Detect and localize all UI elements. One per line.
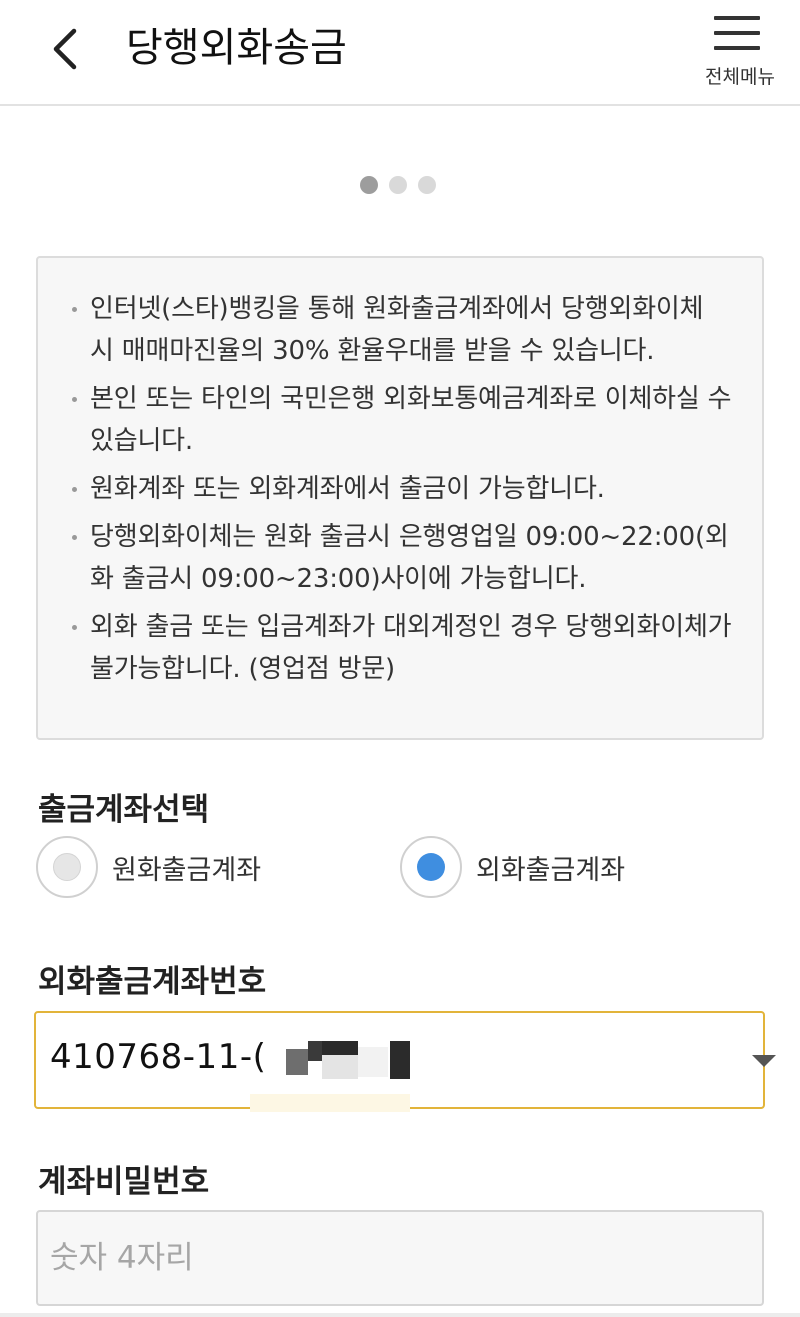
carousel-dot-3[interactable] [418,176,436,194]
account-number-label: 외화출금계좌번호 [38,964,267,1000]
chevron-down-icon [752,1055,776,1067]
notice-item: 인터넷(스타)뱅킹을 통해 원화출금계좌에서 당행외화이체 시 매매마진율의 3… [72,288,732,372]
carousel-indicator [360,176,444,196]
page-title: 당행외화송금 [126,25,347,71]
app-header: 당행외화송금 전체메뉴 [0,0,800,106]
account-password-input[interactable] [36,1210,764,1306]
account-password-label: 계좌비밀번호 [38,1164,210,1200]
full-menu-button[interactable]: 전체메뉴 [692,12,788,92]
notice-item: 원화계좌 또는 외화계좌에서 출금이 가능합니다. [72,468,732,510]
full-menu-label: 전체메뉴 [705,66,775,88]
notice-item: 당행외화이체는 원화 출금시 은행영업일 09:00~22:00(외화 출금시 … [72,516,732,600]
notice-item: 외화 출금 또는 입금계좌가 대외계정인 경우 당행외화이체가 불가능합니다. … [72,606,732,690]
withdrawal-type-label: 출금계좌선택 [38,792,210,828]
focus-underline [250,1094,410,1112]
radio-button[interactable] [36,836,98,898]
radio-fx-account[interactable]: 외화출금계좌 [400,836,625,898]
radio-krw-account[interactable]: 원화출금계좌 [36,836,261,898]
masked-digits [286,1041,412,1081]
chevron-left-icon [53,28,77,70]
divider [0,1313,800,1317]
carousel-dot-2[interactable] [389,176,407,194]
radio-label: 외화출금계좌 [476,854,626,886]
notice-item: 본인 또는 타인의 국민은행 외화보통예금계좌로 이체하실 수 있습니다. [72,378,732,462]
carousel-dot-1[interactable] [360,176,378,194]
hamburger-icon [714,16,762,52]
notice-box: 인터넷(스타)뱅킹을 통해 원화출금계좌에서 당행외화이체 시 매매마진율의 3… [36,256,764,740]
radio-label: 원화출금계좌 [112,854,262,886]
radio-button[interactable] [400,836,462,898]
account-number-value: 410768-11-( [50,1037,267,1077]
back-button[interactable] [40,22,90,76]
